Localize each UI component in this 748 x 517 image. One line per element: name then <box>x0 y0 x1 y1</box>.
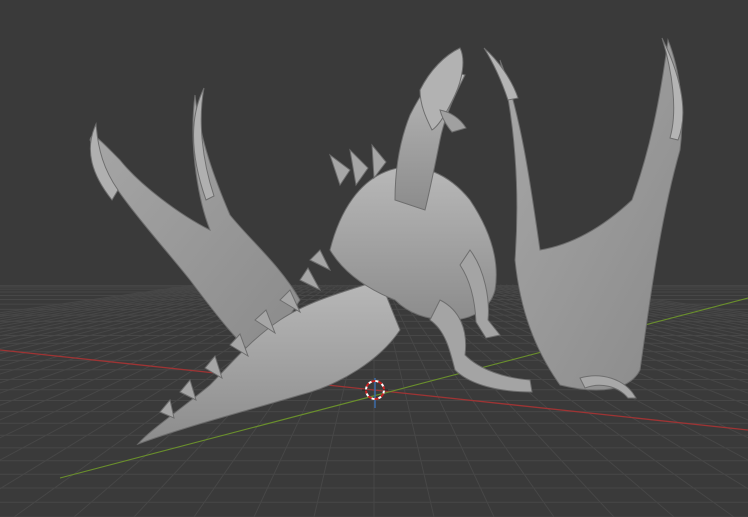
grid-line <box>0 284 195 314</box>
3d-cursor-icon[interactable] <box>362 378 388 408</box>
dragon-model[interactable] <box>89 37 684 446</box>
viewport-canvas[interactable] <box>0 0 748 517</box>
3d-viewport[interactable] <box>0 0 748 517</box>
dragon-jaw <box>439 109 467 133</box>
right-wing-tip <box>483 47 519 101</box>
right-wing <box>499 38 683 391</box>
